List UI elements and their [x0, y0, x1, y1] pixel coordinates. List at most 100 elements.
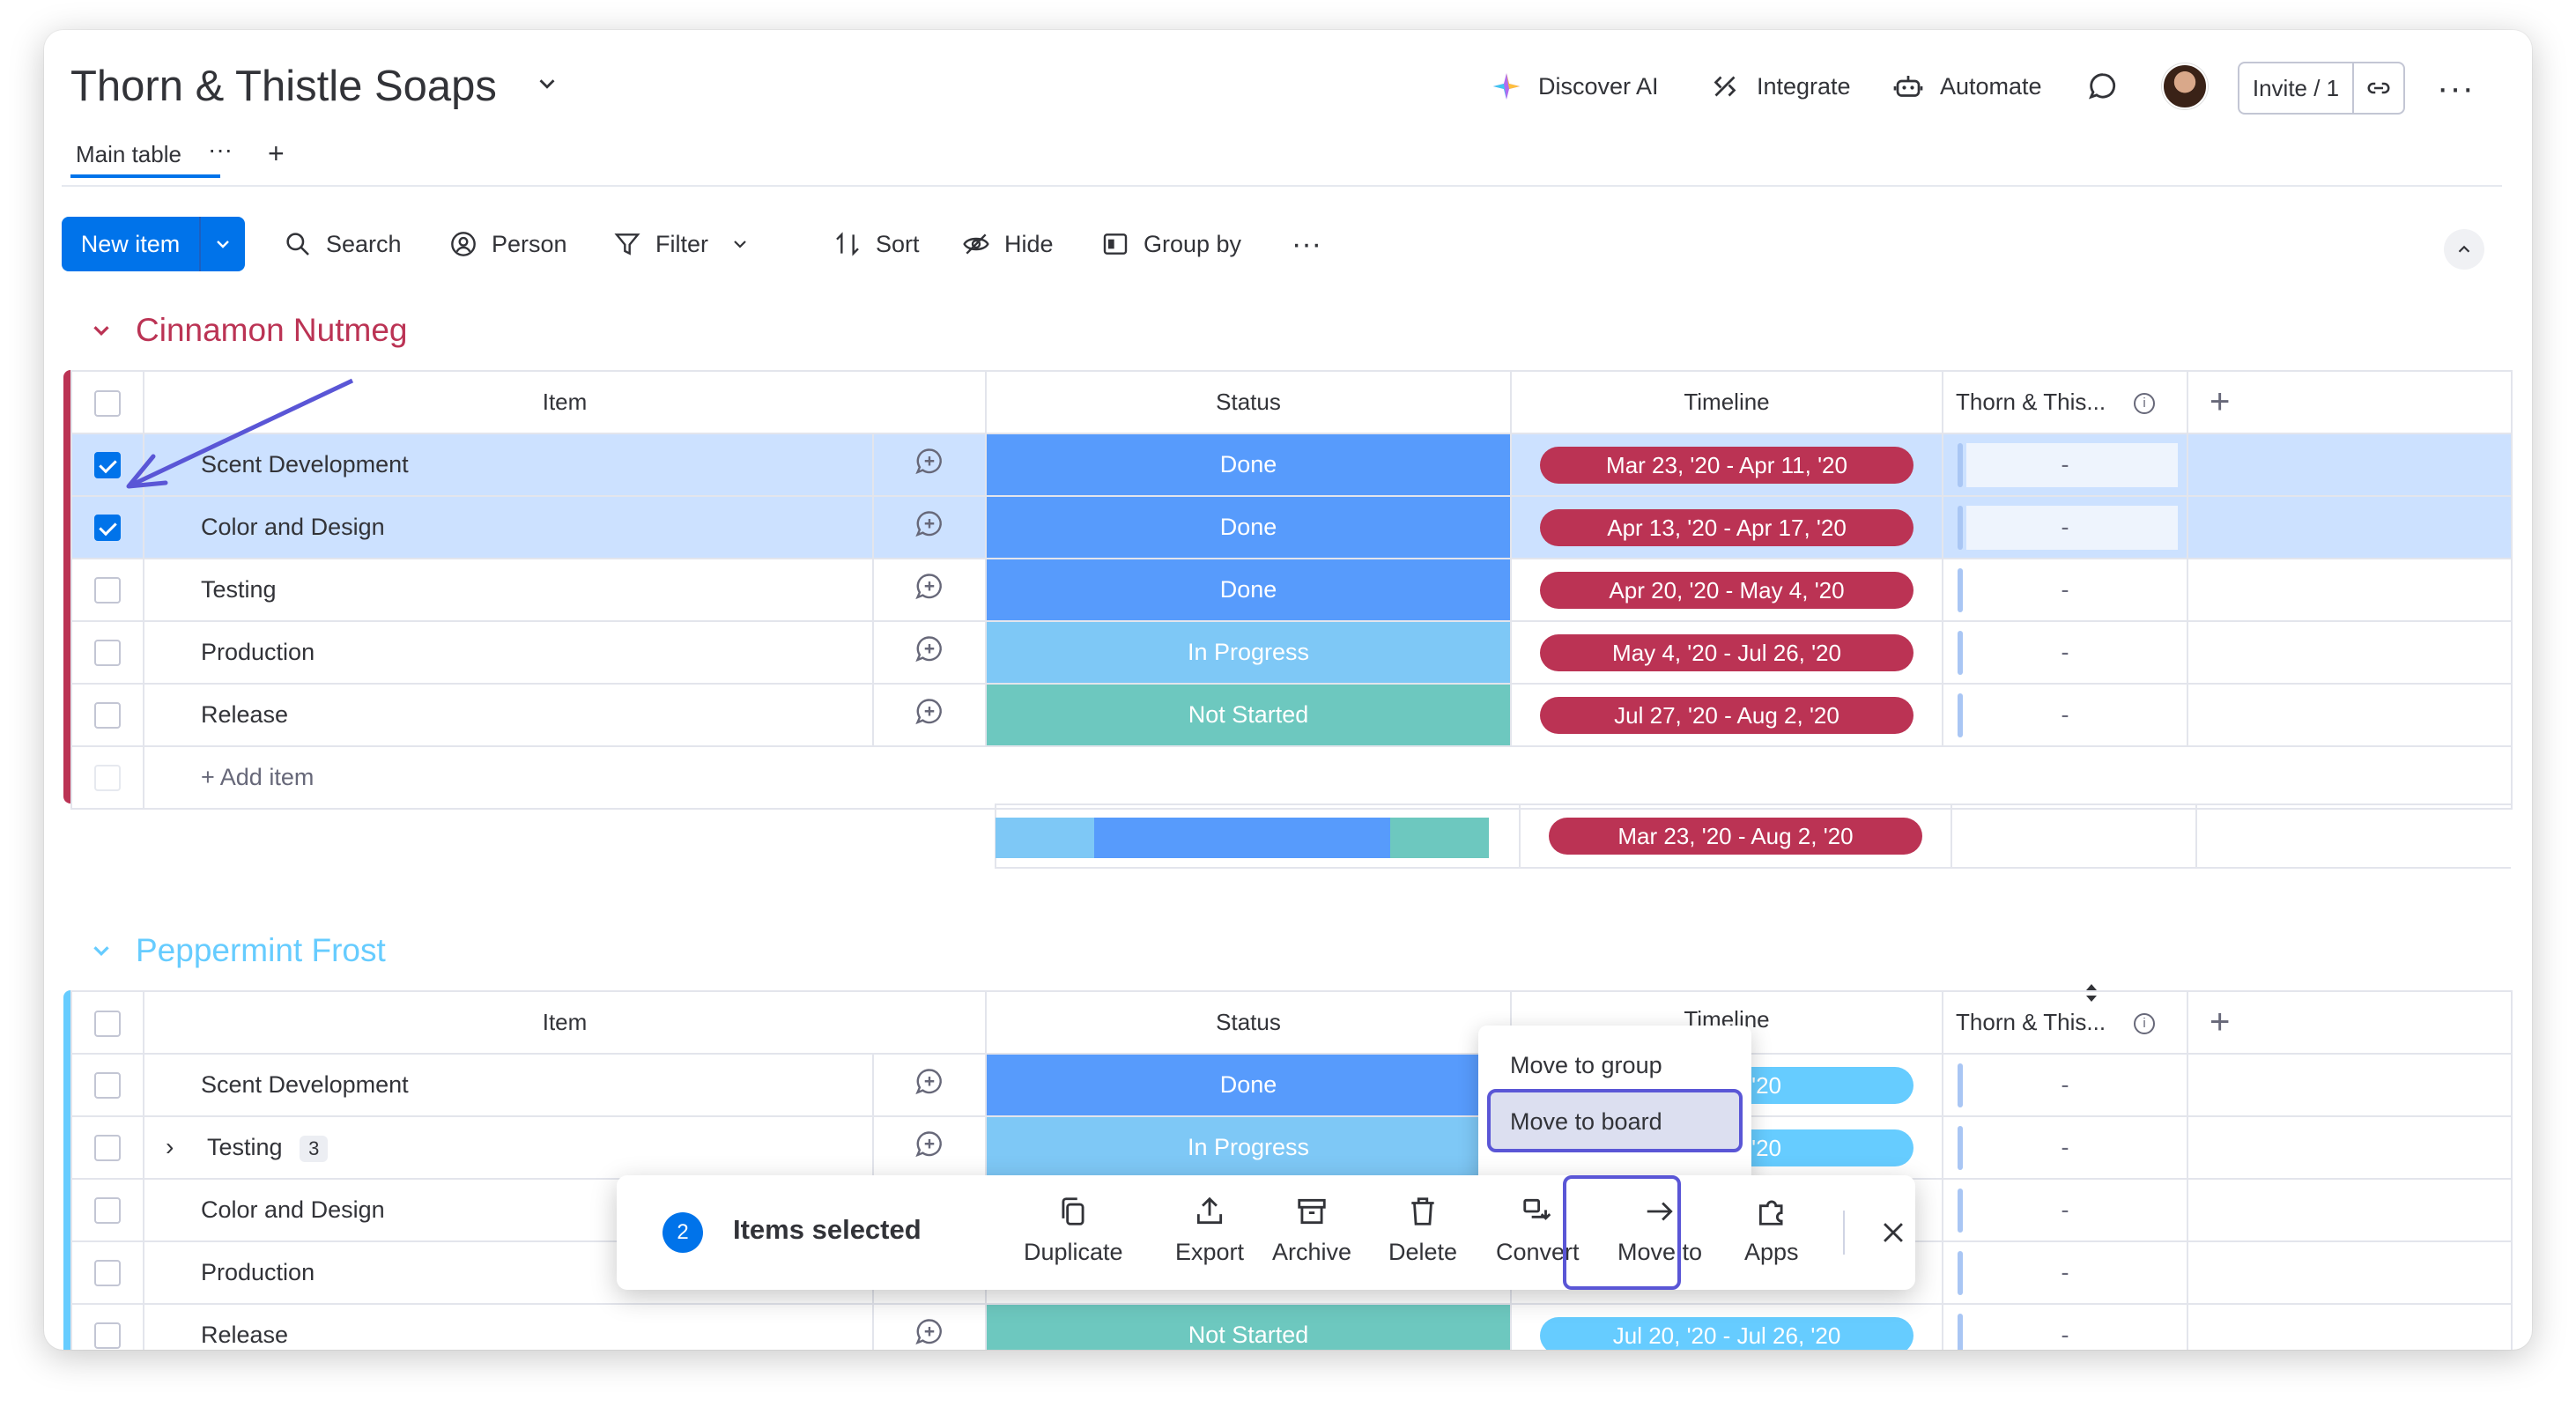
table-row[interactable]: Color and Design Done Apr 13, '20 - Apr …: [70, 495, 2513, 559]
row-checkbox[interactable]: [94, 1197, 121, 1225]
close-icon[interactable]: [1878, 1218, 1908, 1248]
timeline-cell[interactable]: Mar 23, '20 - Apr 11, '20: [1510, 433, 1944, 497]
duplicate-button[interactable]: Duplicate: [1024, 1195, 1123, 1266]
export-button[interactable]: Export: [1175, 1195, 1244, 1266]
column-header-timeline[interactable]: Timeline: [1510, 370, 1944, 434]
chevron-down-icon[interactable]: [88, 937, 115, 964]
status-cell[interactable]: Done: [985, 558, 1513, 622]
timeline-cell[interactable]: Apr 13, '20 - Apr 17, '20: [1510, 495, 1944, 559]
move-to-button[interactable]: Move to: [1617, 1195, 1702, 1266]
filter-button[interactable]: Filter: [613, 222, 751, 266]
chevron-down-icon[interactable]: [88, 317, 115, 344]
table-row[interactable]: Scent Development Done ay 1, '20 -: [70, 1053, 2513, 1117]
person-filter-button[interactable]: Person: [449, 222, 567, 266]
expand-subitems-icon[interactable]: ›: [166, 1133, 201, 1161]
info-icon[interactable]: i: [2134, 393, 2156, 415]
delete-button[interactable]: Delete: [1388, 1195, 1457, 1266]
new-item-dropdown[interactable]: [199, 217, 245, 271]
item-name[interactable]: Testing: [143, 558, 874, 622]
apps-button[interactable]: Apps: [1744, 1195, 1799, 1266]
table-row[interactable]: Testing Done Apr 20, '20 - May 4, '20 -: [70, 558, 2513, 622]
select-all-checkbox[interactable]: [94, 1010, 121, 1037]
dependency-cell[interactable]: -: [1942, 1240, 2189, 1305]
row-checkbox[interactable]: [94, 1072, 121, 1100]
row-checkbox-cell[interactable]: [70, 1240, 144, 1305]
add-item-input[interactable]: + Add item: [142, 745, 2513, 810]
column-header-status[interactable]: Status: [985, 370, 1513, 434]
row-checkbox-cell[interactable]: [70, 495, 144, 559]
item-name[interactable]: Release: [143, 683, 874, 747]
dependency-cell[interactable]: -: [1942, 620, 2189, 685]
dependency-cell[interactable]: -: [1942, 683, 2189, 747]
more-options-icon[interactable]: ···: [2437, 69, 2475, 108]
add-column-button[interactable]: +: [2187, 370, 2513, 434]
timeline-cell[interactable]: May 4, '20 - Jul 26, '20: [1510, 620, 1944, 685]
invite-button[interactable]: Invite / 1: [2239, 63, 2354, 113]
subitems-count[interactable]: 3: [300, 1136, 329, 1162]
column-resize-handle-icon[interactable]: [2081, 980, 2102, 1006]
table-row[interactable]: Release Not Started Jul 20, '20 - Jul 26…: [70, 1303, 2513, 1350]
search-button[interactable]: Search: [284, 222, 402, 266]
new-item-button[interactable]: New item: [62, 217, 245, 271]
timeline-cell[interactable]: Apr 20, '20 - May 4, '20: [1510, 558, 1944, 622]
add-column-button[interactable]: +: [2187, 990, 2513, 1055]
add-item-row[interactable]: + Add item: [70, 745, 2513, 810]
dependency-cell[interactable]: -: [1942, 433, 2189, 497]
chevron-down-icon[interactable]: [534, 70, 560, 97]
item-name[interactable]: Release: [143, 1303, 874, 1350]
collapse-header-button[interactable]: [2444, 229, 2484, 270]
add-update-icon[interactable]: [871, 683, 988, 747]
item-name[interactable]: Color and Design: [143, 495, 874, 559]
status-cell[interactable]: In Progress: [985, 1115, 1513, 1180]
move-to-group-option[interactable]: Move to group: [1510, 1052, 1662, 1079]
table-row[interactable]: Release Not Started Jul 27, '20 - Aug 2,…: [70, 683, 2513, 747]
row-checkbox-cell[interactable]: [70, 1115, 144, 1180]
status-cell[interactable]: Done: [985, 433, 1513, 497]
add-update-icon[interactable]: [871, 495, 988, 559]
avatar[interactable]: [2162, 63, 2208, 109]
item-name[interactable]: Testing: [207, 1134, 283, 1160]
move-to-board-option[interactable]: Move to board: [1510, 1108, 1662, 1136]
sort-button[interactable]: Sort: [833, 222, 920, 266]
dependency-cell[interactable]: -: [1942, 1178, 2189, 1242]
dependency-cell[interactable]: -: [1942, 1303, 2189, 1350]
table-row[interactable]: Scent Development Done Mar 23, '20 - Apr…: [70, 433, 2513, 497]
group-header-cinnamon-nutmeg[interactable]: Cinnamon Nutmeg: [88, 312, 407, 349]
chevron-down-icon[interactable]: [729, 233, 751, 255]
column-header-item[interactable]: Item: [142, 990, 988, 1055]
row-checkbox[interactable]: [94, 1260, 121, 1287]
group-by-button[interactable]: Group by: [1101, 222, 1241, 266]
timeline-summary[interactable]: Mar 23, '20 - Aug 2, '20: [1549, 818, 1922, 855]
tab-main-table[interactable]: Main table: [76, 141, 181, 168]
item-name[interactable]: Production: [143, 620, 874, 685]
archive-button[interactable]: Archive: [1272, 1195, 1351, 1266]
new-item-label[interactable]: New item: [62, 217, 199, 271]
row-checkbox[interactable]: [94, 640, 121, 667]
dependency-cell[interactable]: -: [1942, 495, 2189, 559]
row-checkbox[interactable]: [94, 702, 121, 729]
column-header-status[interactable]: Status: [985, 990, 1513, 1055]
automate-button[interactable]: Automate: [1892, 70, 2042, 102]
row-checkbox[interactable]: [94, 515, 121, 542]
item-name[interactable]: Scent Development: [143, 1053, 874, 1117]
row-checkbox[interactable]: [94, 1322, 121, 1350]
column-header-dependency[interactable]: Thorn & This... i: [1942, 990, 2189, 1055]
row-checkbox-cell[interactable]: [70, 558, 144, 622]
row-checkbox-cell[interactable]: [70, 1178, 144, 1242]
row-checkbox[interactable]: [94, 577, 121, 604]
add-update-icon[interactable]: [871, 433, 988, 497]
timeline-cell[interactable]: Jul 20, '20 - Jul 26, '20: [1510, 1303, 1944, 1350]
add-update-icon[interactable]: [871, 620, 988, 685]
table-row[interactable]: › Testing 3 In Progress y 27, '20 -: [70, 1115, 2513, 1180]
table-row[interactable]: Production In Progress May 4, '20 - Jul …: [70, 620, 2513, 685]
info-icon[interactable]: i: [2134, 1013, 2156, 1035]
status-cell[interactable]: Done: [985, 495, 1513, 559]
group-header-peppermint-frost[interactable]: Peppermint Frost: [88, 932, 386, 969]
timeline-cell[interactable]: Jul 27, '20 - Aug 2, '20: [1510, 683, 1944, 747]
status-cell[interactable]: In Progress: [985, 620, 1513, 685]
add-update-icon[interactable]: [871, 1115, 988, 1180]
row-checkbox-cell[interactable]: [70, 1303, 144, 1350]
status-cell[interactable]: Done: [985, 1053, 1513, 1117]
dependency-cell[interactable]: -: [1942, 1053, 2189, 1117]
dependency-cell[interactable]: -: [1942, 558, 2189, 622]
